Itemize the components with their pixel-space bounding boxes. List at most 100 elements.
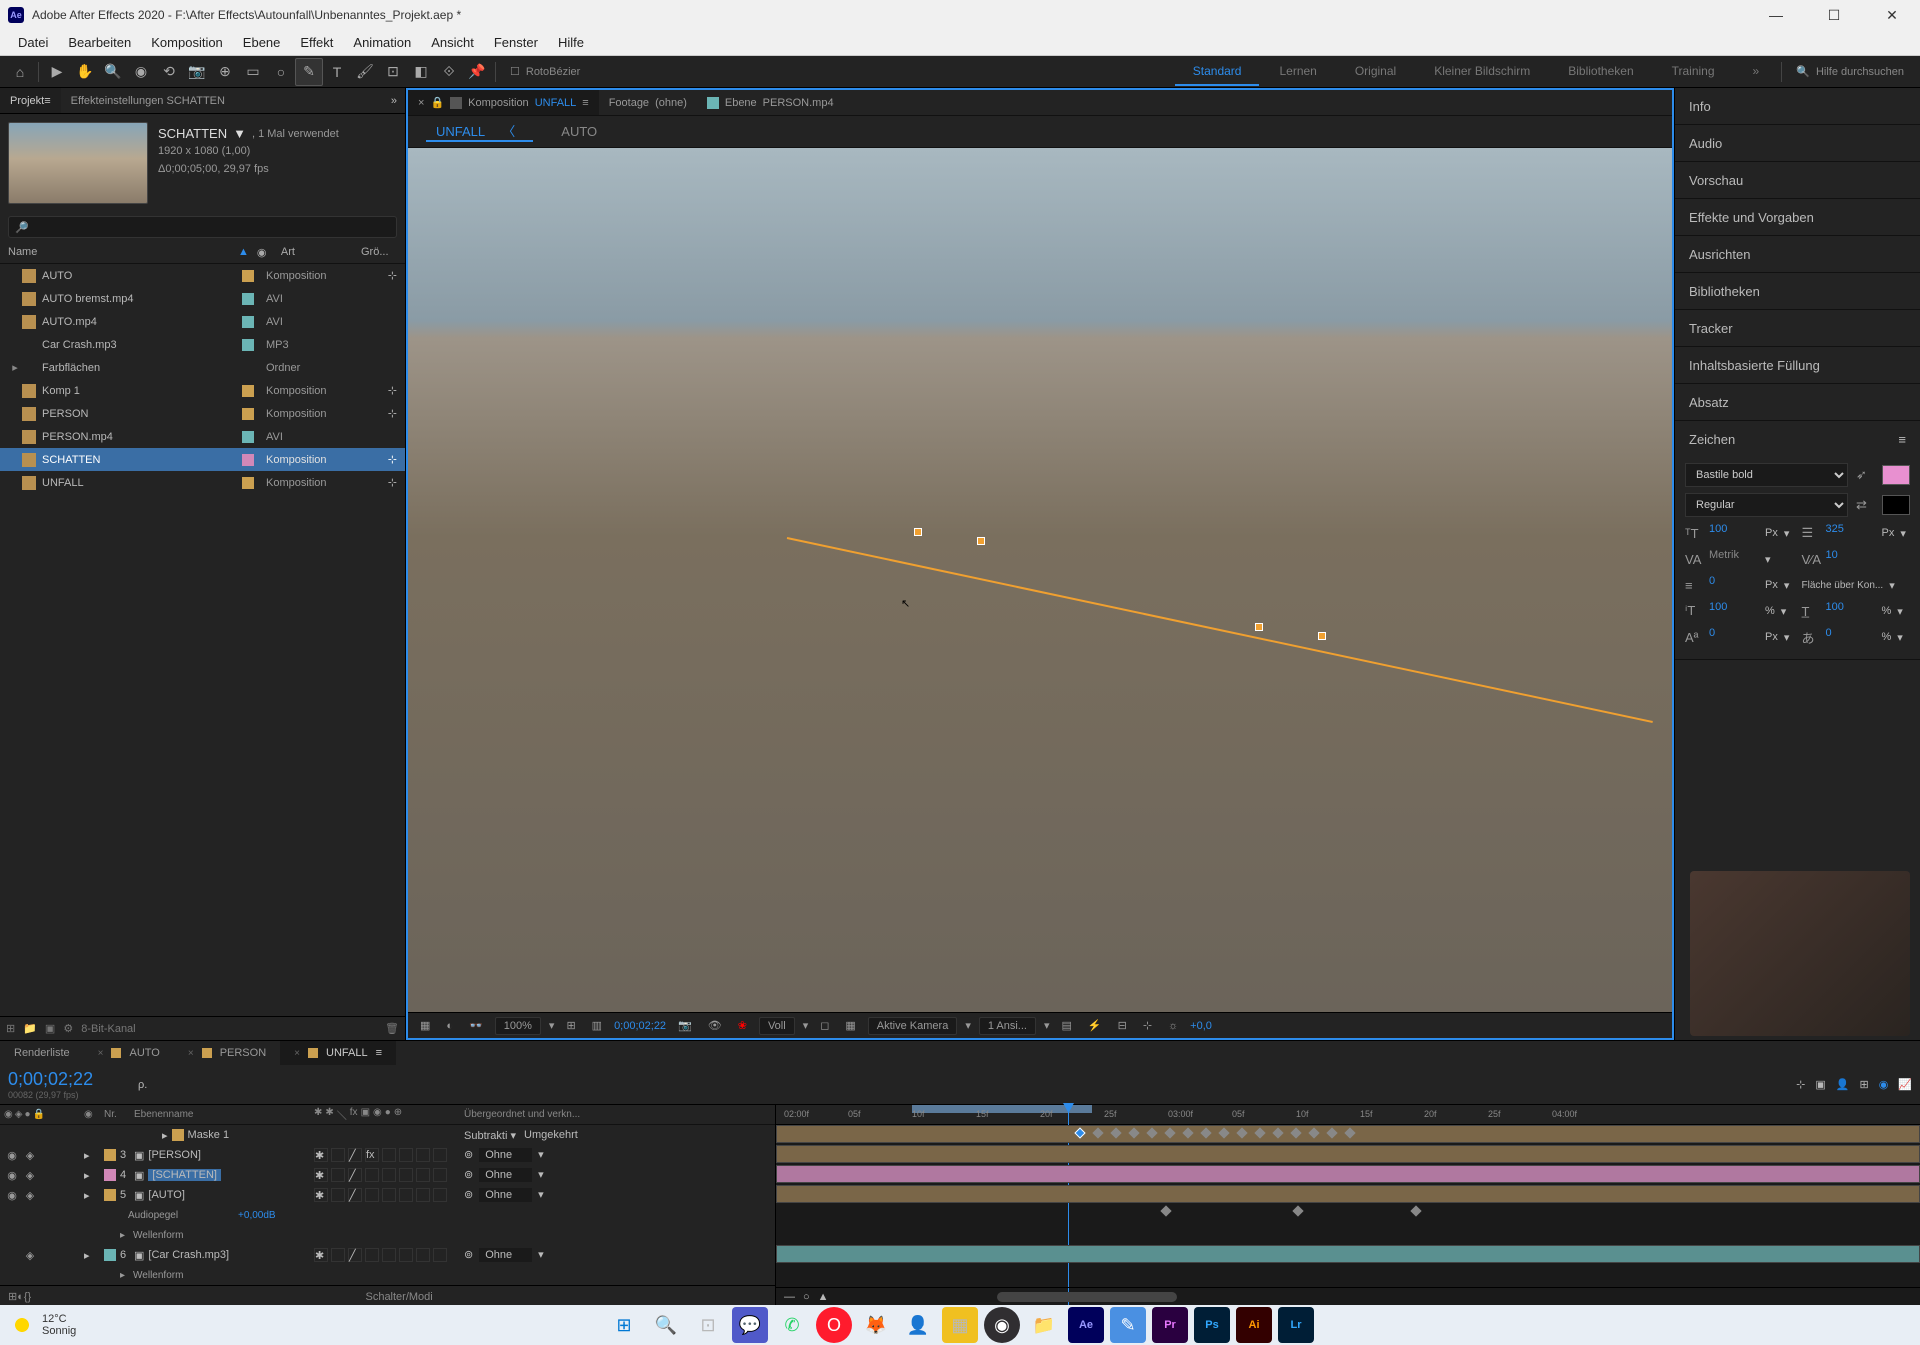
new-folder-icon[interactable]: 📁 (23, 1022, 37, 1035)
lock-toggle[interactable] (58, 1249, 74, 1262)
illustrator-icon[interactable]: Ai (1236, 1307, 1272, 1343)
close-button[interactable]: ✕ (1872, 7, 1912, 24)
quality-switch[interactable]: ╱ (348, 1148, 362, 1162)
workspace-standard[interactable]: Standard (1175, 58, 1260, 86)
menu-ansicht[interactable]: Ansicht (421, 35, 484, 50)
project-item[interactable]: Komp 1 Komposition ⊹ (0, 379, 405, 402)
color-depth[interactable]: 8-Bit-Kanal (81, 1023, 135, 1035)
panel-absatz[interactable]: Absatz (1675, 384, 1920, 420)
workspace-lernen[interactable]: Lernen (1261, 58, 1334, 86)
keyframe[interactable] (1292, 1205, 1303, 1216)
label-col[interactable]: ◉ (84, 1109, 104, 1120)
workspace-overflow[interactable]: » (1735, 58, 1778, 86)
parent-dropdown[interactable]: Ohne (479, 1148, 532, 1162)
lock-toggle[interactable] (58, 1149, 74, 1162)
eyedropper-icon[interactable]: ➶ (1856, 467, 1874, 483)
shy-switch[interactable]: ✱ (314, 1248, 328, 1262)
pen-tool[interactable]: ✎ (295, 58, 323, 86)
teams-icon[interactable]: 💬 (732, 1307, 768, 1343)
expander-icon[interactable]: ▸ (84, 1249, 104, 1262)
menu-datei[interactable]: Datei (8, 35, 58, 50)
panel-bibliotheken[interactable]: Bibliotheken (1675, 273, 1920, 309)
keyframe[interactable] (1236, 1127, 1247, 1138)
keyframe[interactable] (1344, 1127, 1355, 1138)
layer-row[interactable]: ◉ ◈ ▸ 5 ▣[AUTO] ✱╱ ⊚Ohne▾ (0, 1185, 775, 1205)
frameblend-switch[interactable] (382, 1148, 396, 1162)
project-item[interactable]: PERSON Komposition ⊹ (0, 402, 405, 425)
visibility-toggle[interactable]: ◉ (4, 1149, 20, 1162)
clone-tool[interactable]: ⊡ (379, 58, 407, 86)
adjustment-switch[interactable] (416, 1188, 430, 1202)
collapse-switch[interactable] (331, 1168, 345, 1182)
pan-behind-tool[interactable]: ⊕ (211, 58, 239, 86)
baseline-field[interactable]: 0 (1709, 627, 1759, 647)
toggle-switches-icon[interactable]: ⊞ (8, 1290, 17, 1303)
footage-viewer-tab[interactable]: Footage (ohne) (599, 90, 697, 115)
layer-viewer-tab[interactable]: Ebene PERSON.mp4 (697, 90, 844, 115)
start-button[interactable]: ⊞ (606, 1307, 642, 1343)
flowchart-icon[interactable]: ⊹ (388, 476, 397, 489)
visibility-toggle[interactable] (4, 1249, 20, 1262)
workspace-kleiner-bildschirm[interactable]: Kleiner Bildschirm (1416, 58, 1548, 86)
frameblend-switch[interactable] (382, 1168, 396, 1182)
camera-dropdown[interactable]: Aktive Kamera (868, 1017, 958, 1035)
mask-toggle[interactable]: ◐ (442, 1020, 457, 1032)
keyframe[interactable] (1074, 1127, 1085, 1138)
menu-effekt[interactable]: Effekt (290, 35, 343, 50)
3d-switch[interactable] (433, 1168, 447, 1182)
puppet-tool[interactable]: 📌 (463, 58, 491, 86)
firefox-icon[interactable]: 🦊 (858, 1307, 894, 1343)
audio-toggle[interactable]: ◈ (22, 1149, 38, 1162)
label-color-swatch[interactable] (242, 339, 254, 351)
toggle-modes-icon[interactable]: ◐ (17, 1291, 24, 1303)
explorer-icon[interactable]: 📁 (1026, 1307, 1062, 1343)
nav-unfall[interactable]: UNFALL 〈 (426, 121, 533, 142)
shy-switch[interactable]: ✱ (314, 1168, 328, 1182)
keyframe[interactable] (1110, 1127, 1121, 1138)
audio-toggle[interactable]: ◈ (22, 1249, 38, 1262)
font-family-select[interactable]: Bastile bold (1685, 463, 1848, 487)
close-icon[interactable]: × (98, 1048, 104, 1059)
photoshop-icon[interactable]: Ps (1194, 1307, 1230, 1343)
keyframe[interactable] (1128, 1127, 1139, 1138)
app-icon[interactable]: ▦ (942, 1307, 978, 1343)
chevron-right-icon[interactable]: ▸ (162, 1129, 168, 1142)
obs-icon[interactable]: ◉ (984, 1307, 1020, 1343)
panel-effekte[interactable]: Effekte und Vorgaben (1675, 199, 1920, 235)
camera-tool[interactable]: 📷 (183, 58, 211, 86)
roi-icon[interactable]: ◻ (816, 1019, 833, 1032)
taskbar-search-icon[interactable]: 🔍 (648, 1307, 684, 1343)
menu-ebene[interactable]: Ebene (233, 35, 291, 50)
parent-pickwhip-icon[interactable]: ⊚ (464, 1188, 473, 1202)
layer-bar[interactable] (776, 1165, 1920, 1183)
audio-toggle[interactable]: ◈ (22, 1189, 38, 1202)
maximize-button[interactable]: ☐ (1814, 7, 1854, 24)
switches-modes-toggle[interactable]: Schalter/Modi (365, 1291, 432, 1303)
collapse-switch[interactable] (331, 1188, 345, 1202)
label-color-swatch[interactable] (242, 316, 254, 328)
keyframe[interactable] (1218, 1127, 1229, 1138)
label-color-swatch[interactable] (242, 454, 254, 466)
zoom-dropdown[interactable]: 100% (495, 1017, 541, 1035)
flowchart-icon[interactable]: ⊹ (388, 269, 397, 282)
parent-pickwhip-icon[interactable]: ⊚ (464, 1248, 473, 1262)
new-comp-icon[interactable]: ▣ (45, 1022, 55, 1035)
timeline-scrollbar[interactable] (997, 1292, 1177, 1302)
keyframe[interactable] (1200, 1127, 1211, 1138)
weather-widget[interactable]: 12°C Sonnig (10, 1313, 76, 1337)
parent-pickwhip-icon[interactable]: ⊚ (464, 1148, 473, 1162)
fill-color-swatch[interactable] (1882, 465, 1910, 485)
menu-hilfe[interactable]: Hilfe (548, 35, 594, 50)
layer-property-row[interactable]: Audiopegel+0,00dB (0, 1205, 775, 1225)
mask-mode-dropdown[interactable]: Subtrakti ▾ (464, 1129, 516, 1142)
viewer-timecode[interactable]: 0;00;02;22 (614, 1020, 666, 1032)
label-color[interactable] (104, 1189, 116, 1201)
rotobezier-checkbox[interactable]: ☐ RotoBézier (500, 65, 590, 78)
tracking-field[interactable]: 10 (1826, 549, 1876, 569)
label-color[interactable] (104, 1149, 116, 1161)
fill-over-stroke-select[interactable]: Fläche über Kon... (1802, 580, 1884, 591)
panel-menu-icon[interactable]: ≡ (1898, 432, 1906, 447)
parent-dropdown[interactable]: Ohne (479, 1188, 532, 1202)
expander-icon[interactable]: ▸ (8, 361, 22, 374)
project-item[interactable]: ▸ Farbflächen Ordner (0, 356, 405, 379)
